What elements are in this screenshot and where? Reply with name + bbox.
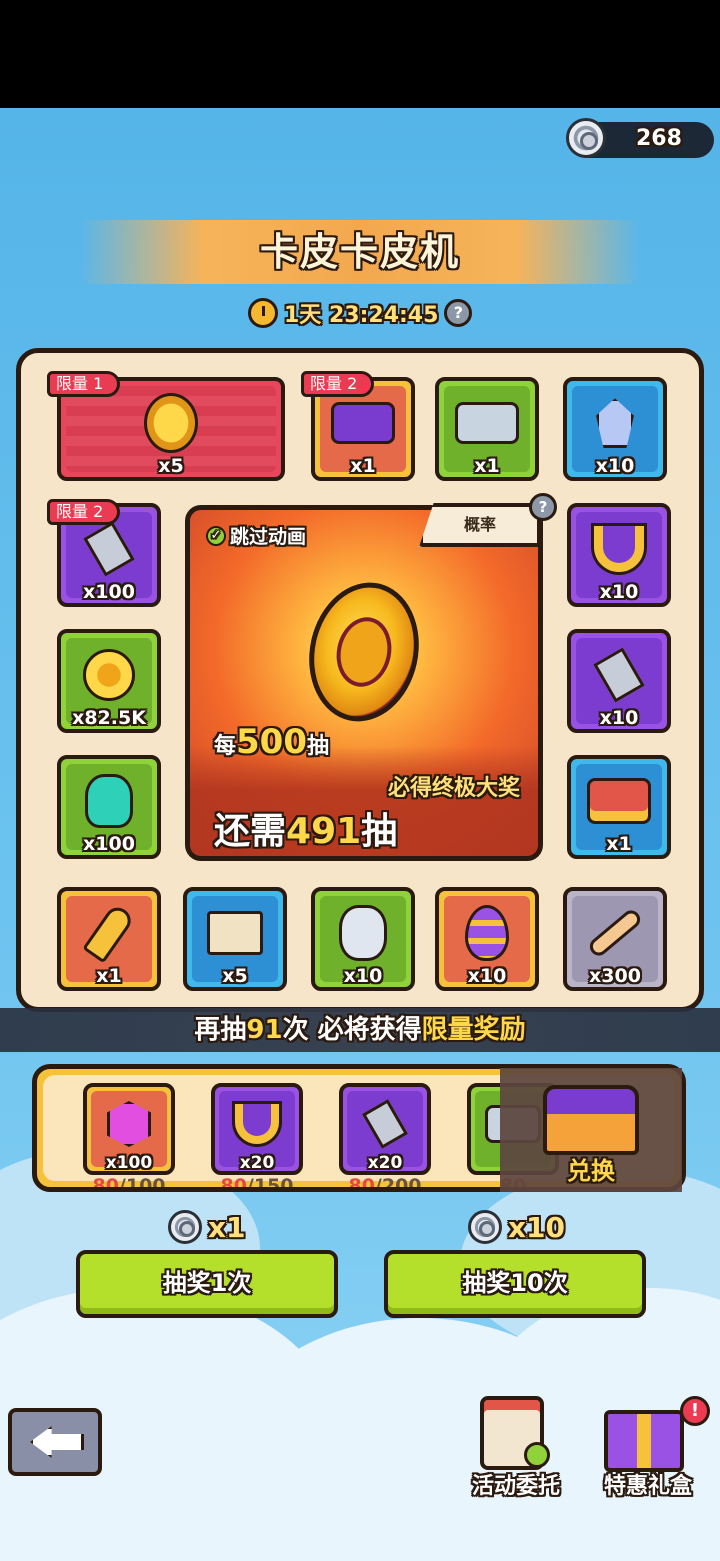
silver-coin-icon — [566, 118, 606, 158]
checkmark-icon — [524, 1442, 550, 1468]
prize-slot[interactable]: x5 — [183, 887, 287, 991]
slot-qty: x10 — [467, 965, 507, 987]
draw-once-button[interactable]: 抽奖1次 — [76, 1250, 338, 1318]
arrow-left-icon — [30, 1426, 84, 1458]
per-draw-text: 每500抽 — [214, 722, 330, 762]
prize-slot[interactable]: x1 — [435, 377, 539, 481]
exchange-count: 80/200 — [348, 1175, 422, 1192]
title-banner: 卡皮卡皮机 — [80, 220, 640, 284]
slot-qty: x100 — [83, 833, 135, 855]
slot-qty: x1 — [96, 965, 122, 987]
slot-qty: x300 — [589, 965, 641, 987]
redeem-label: 兑换 — [567, 1157, 615, 1185]
slot-qty: x10 — [599, 581, 639, 603]
purple-chest-icon — [331, 402, 395, 445]
red-chest-icon — [587, 778, 651, 825]
egg-icon — [465, 905, 509, 962]
game-screen: 268 卡皮卡皮机 1天 23:24:45 ? x5 限量 1 x1 限量 2 … — [0, 108, 720, 1561]
stopwatch-icon — [248, 298, 278, 328]
currency-counter[interactable]: 268 — [566, 118, 714, 158]
rune-stone-icon — [339, 905, 387, 962]
prize-slot[interactable]: x100 — [57, 755, 161, 859]
capybara-coin-icon — [144, 393, 198, 454]
prize-slot[interactable]: x10 — [311, 887, 415, 991]
page-title: 卡皮卡皮机 — [259, 230, 460, 274]
slot-qty: x1 — [474, 455, 500, 477]
teal-gem-icon — [85, 774, 133, 829]
prize-slot[interactable]: x300 — [563, 887, 667, 991]
event-tasks-label: 活动委托 — [471, 1474, 560, 1499]
limit-badge: 限量 2 — [47, 499, 121, 525]
prize-board: x5 限量 1 x1 限量 2 x1 x10 x100 限量 2 x82.5K … — [16, 348, 704, 1012]
special-gift-button[interactable]: ! 特惠礼盒 — [588, 1390, 710, 1500]
slot-qty: x82.5K — [72, 707, 146, 729]
exchange-count: 80/150 — [220, 1175, 294, 1192]
slot-qty: x5 — [158, 455, 184, 477]
slot-qty: x5 — [222, 965, 248, 987]
silver-chest-icon — [455, 402, 519, 445]
limit-badge: 限量 1 — [47, 371, 121, 397]
silver-coin-icon — [468, 1210, 502, 1244]
slot-qty: x100 — [83, 581, 135, 603]
event-tasks-button[interactable]: 活动委托 — [456, 1390, 576, 1500]
currency-amount: 268 — [636, 126, 682, 151]
exchange-item[interactable]: x20 — [339, 1083, 431, 1175]
probability-help-icon[interactable]: ? — [529, 493, 557, 521]
prize-slot[interactable]: x10 — [567, 503, 671, 607]
skip-label: 跳过动画 — [230, 526, 307, 548]
gold-coin-icon — [83, 649, 135, 702]
slot-qty: x1 — [350, 455, 376, 477]
exchange-item[interactable]: x100 — [83, 1083, 175, 1175]
guarantee-strip: 再抽91次 必将获得限量奖励 — [0, 1008, 720, 1052]
grand-prize-panel: ✓ 跳过动画 每500抽 必得终极大奖 还需491抽 — [185, 505, 543, 861]
skip-animation-toggle[interactable]: ✓ 跳过动画 — [206, 522, 306, 549]
help-icon[interactable]: ? — [444, 299, 473, 327]
scroll-icon — [207, 911, 263, 956]
ten-draw-cost: x10 — [468, 1210, 565, 1244]
redeem-button[interactable]: 兑换 — [500, 1068, 682, 1192]
prize-slot[interactable]: x10 — [563, 377, 667, 481]
prize-slot[interactable]: x10 — [567, 629, 671, 733]
prize-slot[interactable]: x10 — [435, 887, 539, 991]
notification-badge: ! — [680, 1396, 710, 1426]
prize-slot[interactable]: x82.5K — [57, 629, 161, 733]
prize-slot[interactable]: x1 — [567, 755, 671, 859]
event-timer: 1天 23:24:45 ? — [248, 296, 473, 330]
exchange-count: 80/100 — [92, 1175, 166, 1192]
exchange-item[interactable]: x20 — [211, 1083, 303, 1175]
draw-ten-button[interactable]: 抽奖10次 — [384, 1250, 646, 1318]
remaining-draws: 还需491抽 — [214, 811, 398, 852]
back-button[interactable] — [8, 1408, 102, 1476]
slot-qty: x10 — [599, 707, 639, 729]
slot-qty: x1 — [606, 833, 632, 855]
treasure-chest-icon — [543, 1085, 639, 1156]
slot-qty: x10 — [343, 965, 383, 987]
limit-badge: 限量 2 — [301, 371, 375, 397]
prize-slot[interactable]: x1 — [57, 887, 161, 991]
gift-box-icon — [604, 1410, 684, 1472]
grand-capybara-coin-icon — [296, 572, 432, 732]
timer-text: 1天 23:24:45 — [284, 303, 439, 328]
guarantee-text: 必得终极大奖 — [387, 776, 520, 801]
probability-button[interactable]: 概率 — [419, 503, 541, 547]
single-draw-cost: x1 — [168, 1210, 246, 1244]
silver-coin-icon — [168, 1210, 202, 1244]
special-gift-label: 特惠礼盒 — [603, 1474, 692, 1499]
slot-qty: x10 — [595, 455, 635, 477]
check-icon: ✓ — [206, 525, 226, 546]
